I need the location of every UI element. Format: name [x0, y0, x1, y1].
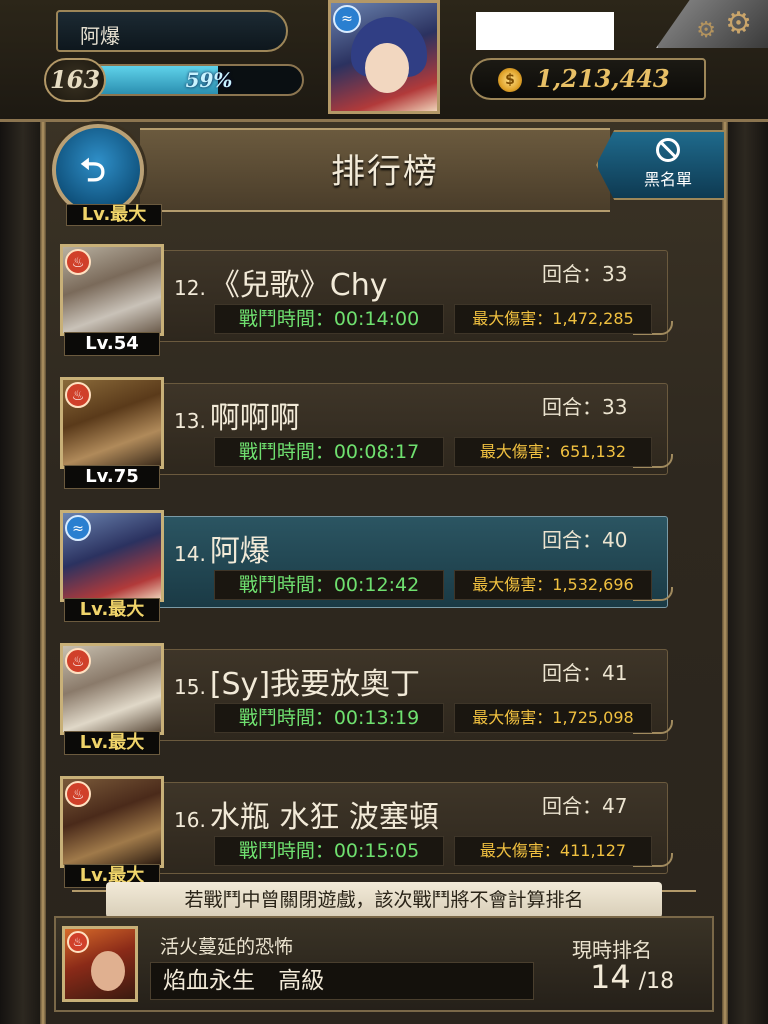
- avatar-level: Lv.54: [64, 332, 160, 356]
- ranking-row[interactable]: ≈ Lv.最大 14. 阿爆 回合：40 戰鬥時間：00:12:42 最大傷害：1…: [58, 510, 684, 622]
- player-avatar[interactable]: ♨: [60, 776, 164, 868]
- battle-time: 戰鬥時間：00:14:00: [214, 304, 444, 334]
- player-avatar[interactable]: ≈: [60, 510, 164, 602]
- ranking-row[interactable]: ♨ Lv.75 13. 啊啊啊 回合：33 戰鬥時間：00:08:17 最大傷害：…: [58, 377, 684, 489]
- fire-element-icon: ♨: [65, 249, 91, 275]
- rounds: 回合：40: [542, 528, 628, 552]
- player-name: 阿爆: [80, 24, 120, 48]
- player-avatar[interactable]: ♨: [60, 244, 164, 336]
- ranking-player-name: 12. 《兒歌》Chy: [174, 260, 388, 304]
- back-button[interactable]: ⮌: [52, 124, 144, 216]
- rank-number: 12.: [174, 276, 206, 300]
- rank-number: 15.: [174, 675, 206, 699]
- max-damage: 最大傷害：1,725,098: [454, 703, 652, 733]
- notice-bar: 若戰鬥中曾關閉遊戲，該次戰鬥將不會計算排名: [106, 882, 662, 918]
- water-element-icon: ≈: [333, 5, 361, 33]
- partial-level-label: Lv.最大: [66, 204, 162, 226]
- battle-time: 戰鬥時間：00:15:05: [214, 836, 444, 866]
- top-hud: 阿爆 59% 163 ≈ ⚙ ⚙ $ 1,213,443: [0, 0, 768, 122]
- fire-element-icon: ♨: [65, 781, 91, 807]
- avatar-level: Lv.最大: [64, 731, 160, 755]
- rank-number: 14.: [174, 542, 206, 566]
- player-name: 《兒歌》Chy: [209, 268, 388, 303]
- ranking-row[interactable]: ♨ Lv.54 12. 《兒歌》Chy 回合：33 戰鬥時間：00:14:00 最…: [58, 244, 684, 356]
- ranking-player-name: 15. [Sy]我要放奧丁: [174, 659, 420, 703]
- coin-amount: 1,213,443: [536, 64, 670, 93]
- rounds: 回合：47: [542, 794, 628, 818]
- battle-time: 戰鬥時間：00:12:42: [214, 570, 444, 600]
- ranking-row[interactable]: ♨ Lv.最大 16. 水瓶 水狂 波塞頓 回合：47 戰鬥時間：00:15:05…: [58, 776, 684, 888]
- max-damage: 最大傷害：1,532,696: [454, 570, 652, 600]
- avatar-face: [365, 43, 409, 93]
- redacted-box: [476, 12, 614, 50]
- max-damage: 最大傷害：651,132: [454, 437, 652, 467]
- avatar-face: [91, 951, 125, 991]
- max-damage: 最大傷害：411,127: [454, 836, 652, 866]
- current-rank: 14/18: [590, 958, 674, 996]
- rounds: 回合：33: [542, 262, 628, 286]
- water-element-icon: ≈: [65, 515, 91, 541]
- avatar-level: Lv.75: [64, 465, 160, 489]
- battle-time: 戰鬥時間：00:08:17: [214, 437, 444, 467]
- blacklist-label: 黑名單: [643, 170, 692, 189]
- ranking-player-name: 14. 阿爆: [174, 526, 270, 570]
- back-arrow-icon: ⮌: [80, 151, 106, 189]
- footer-panel: ♨ 活火蔓延的恐怖 焰血永生 高級 現時排名 14/18: [54, 916, 714, 1012]
- rounds: 回合：41: [542, 661, 628, 685]
- player-name: [Sy]我要放奧丁: [209, 667, 421, 702]
- page-title: 排行榜: [331, 152, 439, 192]
- frame-right: [722, 0, 768, 1024]
- rank-number: 16.: [174, 808, 206, 832]
- exp-percent: 59%: [185, 68, 233, 92]
- block-icon: [656, 138, 680, 162]
- player-avatar[interactable]: ≈: [328, 0, 440, 114]
- ranking-row[interactable]: ♨ Lv.最大 15. [Sy]我要放奧丁 回合：41 戰鬥時間：00:13:19…: [58, 643, 684, 755]
- avatar-level: Lv.最大: [64, 598, 160, 622]
- current-rank-value: 14: [590, 958, 631, 996]
- blacklist-button[interactable]: 黑名單: [596, 130, 726, 200]
- rank-total: /18: [638, 969, 675, 994]
- battle-time: 戰鬥時間：00:13:19: [214, 703, 444, 733]
- fire-element-icon: ♨: [67, 931, 89, 953]
- flourish-right: [656, 890, 696, 910]
- stage-name: 活火蔓延的恐怖: [160, 936, 294, 958]
- player-avatar[interactable]: ♨: [60, 643, 164, 735]
- ranking-player-name: 13. 啊啊啊: [174, 393, 300, 437]
- coin-icon: $: [498, 68, 522, 92]
- player-name-bar: 阿爆: [56, 10, 288, 52]
- player-avatar[interactable]: ♨: [60, 377, 164, 469]
- stage-difficulty: 焰血永生 高級: [150, 962, 534, 1000]
- stage-boss-avatar: ♨: [62, 926, 138, 1002]
- fire-element-icon: ♨: [65, 382, 91, 408]
- rounds: 回合：33: [542, 395, 628, 419]
- rank-number: 13.: [174, 409, 206, 433]
- gear-icon: ⚙: [725, 6, 752, 41]
- gear-icon: ⚙: [696, 18, 716, 43]
- exp-bar: 59%: [94, 64, 304, 96]
- settings-button[interactable]: ⚙ ⚙: [656, 0, 768, 48]
- player-name: 水瓶 水狂 波塞頓: [209, 800, 439, 835]
- ranking-player-name: 16. 水瓶 水狂 波塞頓: [174, 792, 439, 836]
- player-level-badge: 163: [44, 58, 106, 102]
- fire-element-icon: ♨: [65, 648, 91, 674]
- player-name: 啊啊啊: [209, 401, 300, 436]
- coin-bar: $ 1,213,443: [470, 58, 706, 100]
- player-name: 阿爆: [209, 534, 270, 569]
- max-damage: 最大傷害：1,472,285: [454, 304, 652, 334]
